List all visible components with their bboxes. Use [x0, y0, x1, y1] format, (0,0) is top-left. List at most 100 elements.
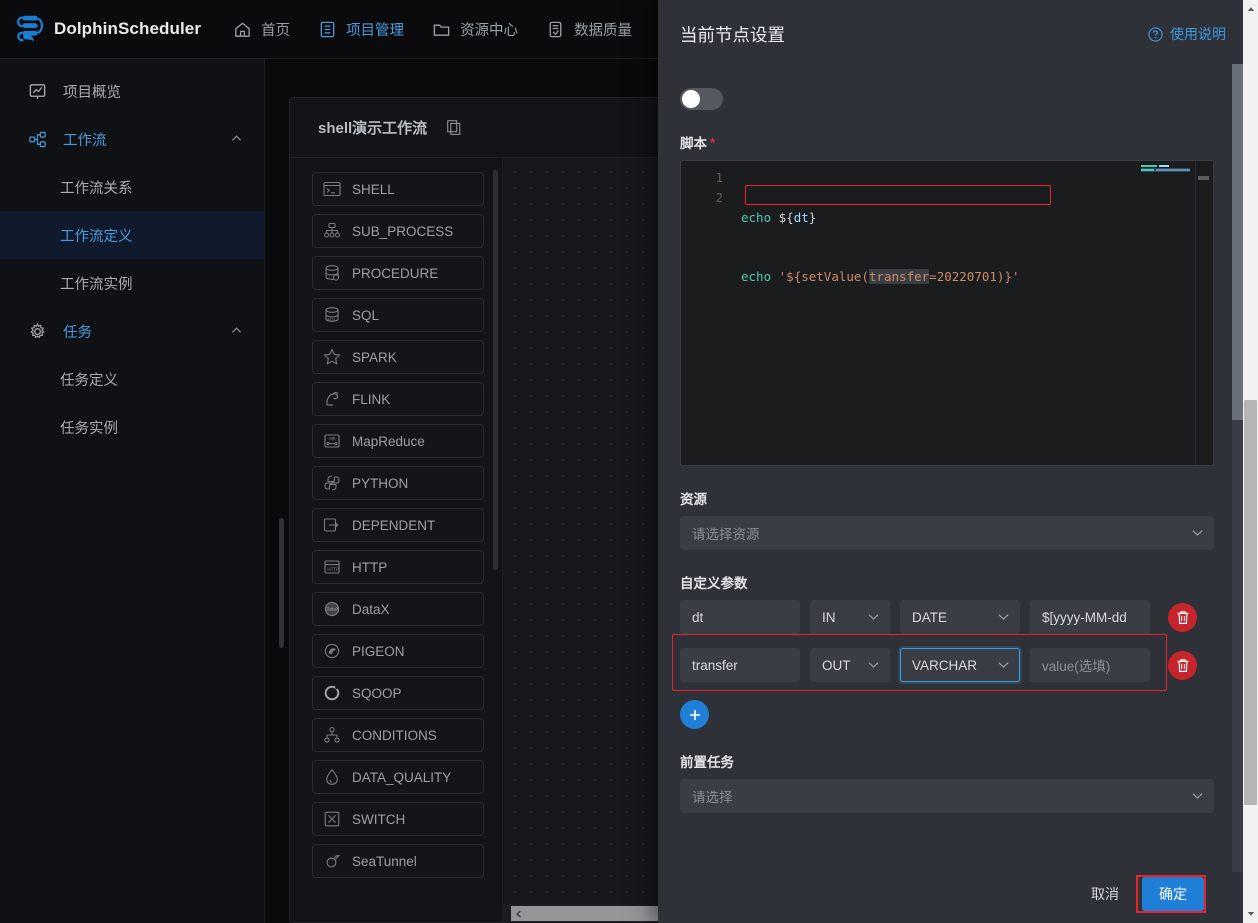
sidebar-item-project-overview[interactable]: 项目概览 — [0, 67, 264, 115]
task-type-shell[interactable]: SHELL — [312, 172, 484, 206]
terminal-icon — [323, 181, 341, 197]
task-type-label: SeaTunnel — [352, 853, 417, 869]
task-type-sub-process[interactable]: SUB_PROCESS — [312, 214, 484, 248]
task-type-flink[interactable]: FLINK — [312, 382, 484, 416]
task-type-conditions[interactable]: CONDITIONS — [312, 718, 484, 752]
param-prop-value: dt — [692, 609, 704, 625]
confirm-button[interactable]: 确定 — [1142, 877, 1204, 911]
sidebar-item-label: 任务实例 — [60, 420, 118, 437]
task-type-label: DATA_QUALITY — [352, 769, 452, 785]
task-type-label: DEPENDENT — [352, 517, 436, 533]
task-type-datax[interactable]: DataX DataX — [312, 592, 484, 626]
chevron-down-icon[interactable] — [1247, 911, 1255, 917]
sidebar-group-workflow[interactable]: 工作流 — [0, 115, 264, 163]
param-direct-select[interactable]: IN — [810, 600, 890, 634]
nav-item-data-quality[interactable]: 数据质量 — [546, 19, 632, 40]
list-icon — [320, 21, 335, 37]
trash-icon — [1177, 610, 1188, 624]
param-direct-value: OUT — [822, 657, 851, 673]
chevron-up-icon[interactable] — [231, 133, 242, 144]
param-value-input[interactable]: value(选填) — [1030, 648, 1150, 682]
sidebar-item-label: 项目概览 — [63, 84, 121, 101]
chevron-down-icon — [868, 662, 879, 668]
dolphin-logo-icon — [17, 15, 44, 42]
param-type-select[interactable]: DATE — [900, 600, 1020, 634]
chevron-left-icon[interactable] — [515, 910, 523, 918]
param-prop-input[interactable]: dt — [680, 600, 800, 634]
add-param-button[interactable] — [680, 700, 709, 729]
http-icon: HTTP — [324, 560, 340, 574]
task-type-switch[interactable]: SWITCH — [312, 802, 484, 836]
nav-item-resource-center[interactable]: 资源中心 — [432, 19, 518, 40]
param-type-value: DATE — [912, 609, 948, 625]
task-type-dependent[interactable]: DEPENDENT — [312, 508, 484, 542]
task-type-spark[interactable]: SPARK — [312, 340, 484, 374]
tasklist-outer-scrollbar[interactable] — [273, 158, 290, 923]
folder-icon — [433, 24, 450, 36]
pre-tasks-select[interactable]: 请选择 — [680, 779, 1214, 813]
custom-param-row: dt IN DATE $[yyyy-MM-dd — [680, 600, 1214, 634]
delete-param-button[interactable] — [1168, 602, 1197, 632]
task-type-seatunnel[interactable]: SeaTunnel — [312, 844, 484, 878]
sidebar-item-workflow-definition[interactable]: 工作流定义 — [0, 211, 264, 259]
svg-text:DataX: DataX — [326, 607, 339, 612]
sidebar-item-workflow-relation[interactable]: 工作流关系 — [0, 163, 264, 211]
param-type-value: VARCHAR — [912, 657, 978, 673]
run-flag-toggle[interactable] — [680, 88, 723, 110]
scrollbar-thumb[interactable] — [1244, 400, 1257, 805]
trash-icon — [1177, 658, 1188, 672]
task-type-procedure[interactable]: PROCEDURE — [312, 256, 484, 290]
task-type-mapreduce[interactable]: MR MapReduce — [312, 424, 484, 458]
task-type-http[interactable]: HTTP HTTP — [312, 550, 484, 584]
scrollbar-thumb[interactable] — [1198, 176, 1209, 180]
task-type-label: CONDITIONS — [352, 727, 437, 743]
task-type-sql[interactable]: SQL SQL — [312, 298, 484, 332]
question-circle-icon — [1148, 26, 1163, 42]
nav-items: 首页 项目管理 资源中心 数据质量 — [233, 19, 632, 40]
editor-minimap[interactable] — [1139, 163, 1191, 179]
dialog-scrollbar-thumb[interactable] — [1232, 64, 1243, 420]
editor-vertical-scrollbar[interactable] — [1198, 163, 1209, 465]
usage-instructions-link[interactable]: 使用说明 — [1148, 24, 1226, 44]
param-direct-select[interactable]: OUT — [810, 648, 890, 682]
minimap-line — [1141, 165, 1157, 167]
task-type-pigeon[interactable]: PIGEON — [312, 634, 484, 668]
resource-placeholder: 请选择资源 — [692, 527, 760, 542]
chevron-down-icon — [1192, 793, 1203, 799]
param-value-input[interactable]: $[yyyy-MM-dd — [1030, 600, 1150, 634]
param-type-select[interactable]: VARCHAR — [900, 648, 1020, 682]
svg-text:SQL: SQL — [327, 318, 336, 324]
chevron-up-icon[interactable] — [231, 325, 242, 336]
cancel-button[interactable]: 取消 — [1078, 877, 1132, 911]
task-type-data-quality[interactable]: DATA_QUALITY — [312, 760, 484, 794]
delete-param-button[interactable] — [1168, 650, 1197, 680]
current-node-settings-dialog: 当前节点设置 使用说明 脚本 * 1 2 echo ${dt} echo '${… — [658, 0, 1258, 923]
task-type-python[interactable]: PYTHON — [312, 466, 484, 500]
overview-icon — [29, 83, 46, 99]
sidebar-item-task-definition[interactable]: 任务定义 — [0, 355, 264, 403]
sidebar-group-task[interactable]: 任务 — [0, 307, 264, 355]
script-code-editor[interactable]: 1 2 echo ${dt} echo '${setValue(transfer… — [680, 160, 1214, 466]
sidebar-item-workflow-instance[interactable]: 工作流实例 — [0, 259, 264, 307]
chevron-down-icon — [998, 614, 1009, 620]
chevron-up-icon[interactable] — [1247, 6, 1255, 12]
editor-code[interactable]: echo ${dt} echo '${setValue(transfer=202… — [741, 169, 1143, 325]
nav-item-home[interactable]: 首页 — [233, 19, 290, 40]
brand-name: DolphinScheduler — [54, 19, 202, 38]
task-type-sqoop[interactable]: SQOOP — [312, 676, 484, 710]
sidebar: 项目概览 工作流 工作流关系 工作流定义 工作流实例 任务 任务定义 任务实例 — [0, 59, 265, 923]
sidebar-item-task-instance[interactable]: 任务实例 — [0, 403, 264, 451]
scrollbar-thumb[interactable] — [279, 518, 284, 648]
task-palette-scrollbar-thumb[interactable] — [493, 170, 498, 570]
nav-item-project-management[interactable]: 项目管理 — [318, 19, 404, 40]
param-direct-value: IN — [822, 609, 836, 625]
brand[interactable]: DolphinScheduler — [12, 10, 201, 48]
param-prop-value: transfer — [692, 657, 738, 673]
param-prop-input[interactable]: transfer — [680, 648, 800, 682]
copy-icon[interactable] — [447, 120, 461, 135]
browser-scrollbar[interactable] — [1243, 0, 1258, 923]
resource-select[interactable]: 请选择资源 — [680, 516, 1214, 550]
